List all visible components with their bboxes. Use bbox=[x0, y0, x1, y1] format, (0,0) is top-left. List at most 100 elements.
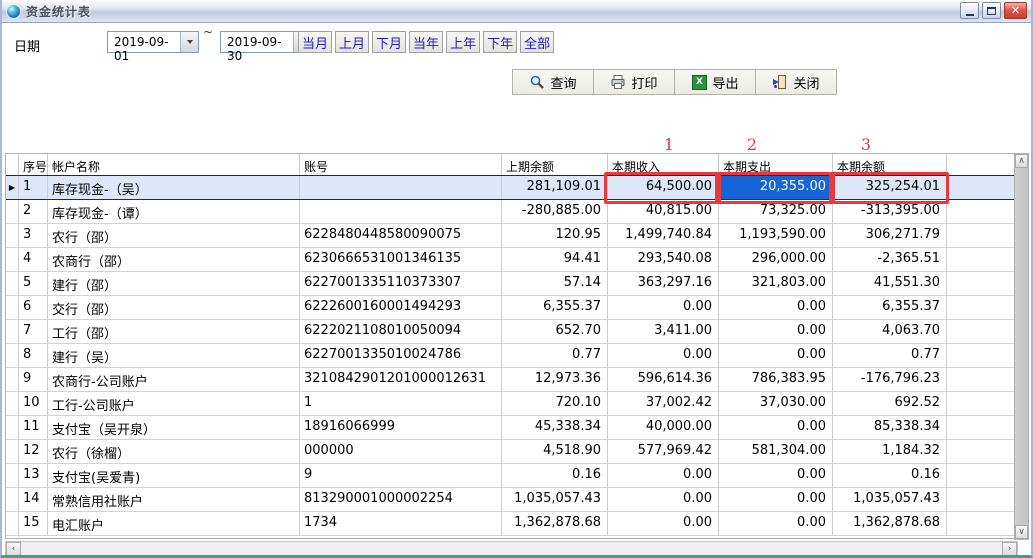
table-row[interactable]: 15电汇账户17341,362,878.680.000.001,362,878.… bbox=[6, 512, 1019, 536]
cell-account[interactable]: 000000 bbox=[300, 440, 502, 463]
cell-prev[interactable]: 1,035,057.43 bbox=[502, 488, 608, 511]
range-button-1[interactable]: 上月 bbox=[335, 31, 369, 53]
cell-prev[interactable]: 0.77 bbox=[502, 344, 608, 367]
range-button-6[interactable]: 全部 bbox=[520, 31, 554, 53]
cell-account[interactable]: 1734 bbox=[300, 512, 502, 535]
cell-account[interactable]: 6227001335110373307 bbox=[300, 272, 502, 295]
range-button-3[interactable]: 当年 bbox=[409, 31, 443, 53]
cell-income[interactable]: 1,499,740.84 bbox=[608, 224, 719, 247]
table-row[interactable]: 7工行（邵）6222021108010050094652.703,411.000… bbox=[6, 320, 1019, 344]
minimize-button[interactable] bbox=[960, 2, 979, 19]
cell-seq[interactable]: 1 bbox=[19, 176, 48, 199]
cell-expense[interactable]: 296,000.00 bbox=[719, 248, 833, 271]
cell-prev[interactable]: -280,885.00 bbox=[502, 200, 608, 223]
cell-name[interactable]: 支付宝（吴开泉） bbox=[48, 416, 300, 439]
scroll-right-button[interactable]: › bbox=[1002, 542, 1017, 556]
range-button-5[interactable]: 下年 bbox=[483, 31, 517, 53]
cell-balance[interactable]: 692.52 bbox=[833, 392, 947, 415]
cell-seq[interactable]: 9 bbox=[19, 368, 48, 391]
cell-balance[interactable]: 41,551.30 bbox=[833, 272, 947, 295]
cell-balance[interactable]: 0.77 bbox=[833, 344, 947, 367]
cell-name[interactable]: 农行（邵） bbox=[48, 224, 300, 247]
close-button[interactable]: 关闭 bbox=[755, 69, 837, 95]
cell-income[interactable]: 293,540.08 bbox=[608, 248, 719, 271]
cell-income[interactable]: 363,297.16 bbox=[608, 272, 719, 295]
cell-income[interactable]: 596,614.36 bbox=[608, 368, 719, 391]
scroll-left-button[interactable]: ‹ bbox=[6, 542, 21, 556]
cell-income[interactable]: 0.00 bbox=[608, 344, 719, 367]
cell-balance[interactable]: 1,035,057.43 bbox=[833, 488, 947, 511]
scroll-up-button[interactable]: ∧ bbox=[1015, 154, 1028, 168]
cell-income[interactable]: 577,969.42 bbox=[608, 440, 719, 463]
table-row[interactable]: 11支付宝（吴开泉）1891606699945,338.3440,000.000… bbox=[6, 416, 1019, 440]
cell-seq[interactable]: 12 bbox=[19, 440, 48, 463]
print-button[interactable]: 打印 bbox=[593, 69, 675, 95]
cell-prev[interactable]: 45,338.34 bbox=[502, 416, 608, 439]
cell-income[interactable]: 37,002.42 bbox=[608, 392, 719, 415]
column-header-seq[interactable]: 序号 bbox=[19, 154, 48, 175]
range-button-2[interactable]: 下月 bbox=[372, 31, 406, 53]
cell-prev[interactable]: 120.95 bbox=[502, 224, 608, 247]
cell-seq[interactable]: 13 bbox=[19, 464, 48, 487]
cell-expense[interactable]: 786,383.95 bbox=[719, 368, 833, 391]
cell-name[interactable]: 库存现金-（吴） bbox=[48, 176, 300, 199]
column-header-account[interactable]: 账号 bbox=[300, 154, 502, 175]
export-button[interactable]: X导出 bbox=[674, 69, 756, 95]
cell-account[interactable]: 1 bbox=[300, 392, 502, 415]
cell-expense[interactable]: 0.00 bbox=[719, 416, 833, 439]
date-from-picker[interactable]: 2019-09-01 bbox=[107, 31, 199, 53]
cell-name[interactable]: 农商行（邵） bbox=[48, 248, 300, 271]
cell-prev[interactable]: 1,362,878.68 bbox=[502, 512, 608, 535]
table-row[interactable]: 5建行（邵）622700133511037330757.14363,297.16… bbox=[6, 272, 1019, 296]
cell-expense[interactable]: 0.00 bbox=[719, 464, 833, 487]
table-row[interactable]: 12农行（徐榴）0000004,518.90577,969.42581,304.… bbox=[6, 440, 1019, 464]
cell-account[interactable]: 6230666531001346135 bbox=[300, 248, 502, 271]
cell-expense[interactable]: 0.00 bbox=[719, 320, 833, 343]
cell-account[interactable]: 9 bbox=[300, 464, 502, 487]
cell-seq[interactable]: 2 bbox=[19, 200, 48, 223]
cell-prev[interactable]: 6,355.37 bbox=[502, 296, 608, 319]
cell-account[interactable] bbox=[300, 176, 502, 199]
cell-expense[interactable]: 581,304.00 bbox=[719, 440, 833, 463]
cell-income[interactable]: 3,411.00 bbox=[608, 320, 719, 343]
close-button[interactable]: ✕ bbox=[1004, 2, 1027, 19]
chevron-down-icon[interactable] bbox=[180, 32, 198, 52]
table-row[interactable]: 13支付宝(吴爱青)90.160.000.000.16 bbox=[6, 464, 1019, 488]
query-button[interactable]: 查询 bbox=[512, 69, 594, 95]
cell-account[interactable] bbox=[300, 200, 502, 223]
cell-name[interactable]: 支付宝(吴爱青) bbox=[48, 464, 300, 487]
cell-balance[interactable]: 1,362,878.68 bbox=[833, 512, 947, 535]
cell-account[interactable]: 6222600160001494293 bbox=[300, 296, 502, 319]
column-header-name[interactable]: 帐户名称 bbox=[48, 154, 300, 175]
cell-expense[interactable]: 1,193,590.00 bbox=[719, 224, 833, 247]
cell-balance[interactable]: 6,355.37 bbox=[833, 296, 947, 319]
cell-prev[interactable]: 4,518.90 bbox=[502, 440, 608, 463]
cell-balance[interactable]: 306,271.79 bbox=[833, 224, 947, 247]
cell-seq[interactable]: 7 bbox=[19, 320, 48, 343]
cell-balance[interactable]: 4,063.70 bbox=[833, 320, 947, 343]
horizontal-scrollbar[interactable]: ‹ › bbox=[5, 541, 1018, 557]
table-row[interactable]: 10工行-公司账户1720.1037,002.4237,030.00692.52 bbox=[6, 392, 1019, 416]
cell-seq[interactable]: 14 bbox=[19, 488, 48, 511]
cell-name[interactable]: 农商行-公司账户 bbox=[48, 368, 300, 391]
table-row[interactable]: 3农行（邵）6228480448580090075120.951,499,740… bbox=[6, 224, 1019, 248]
cell-prev[interactable]: 12,973.36 bbox=[502, 368, 608, 391]
vertical-scrollbar[interactable]: ∧ ∨ bbox=[1014, 153, 1029, 540]
cell-balance[interactable]: 0.16 bbox=[833, 464, 947, 487]
cell-name[interactable]: 工行-公司账户 bbox=[48, 392, 300, 415]
cell-expense[interactable]: 0.00 bbox=[719, 296, 833, 319]
cell-prev[interactable]: 94.41 bbox=[502, 248, 608, 271]
cell-name[interactable]: 农行（徐榴） bbox=[48, 440, 300, 463]
cell-account[interactable]: 6228480448580090075 bbox=[300, 224, 502, 247]
cell-expense[interactable]: 0.00 bbox=[719, 344, 833, 367]
cell-account[interactable]: 6222021108010050094 bbox=[300, 320, 502, 343]
cell-seq[interactable]: 3 bbox=[19, 224, 48, 247]
cell-income[interactable]: 40,000.00 bbox=[608, 416, 719, 439]
range-button-4[interactable]: 上年 bbox=[446, 31, 480, 53]
cell-account[interactable]: 813290001000002254 bbox=[300, 488, 502, 511]
cell-balance[interactable]: 1,184.32 bbox=[833, 440, 947, 463]
cell-account[interactable]: 18916066999 bbox=[300, 416, 502, 439]
table-row[interactable]: 9农商行-公司账户321084290120100001263112,973.36… bbox=[6, 368, 1019, 392]
cell-balance[interactable]: 85,338.34 bbox=[833, 416, 947, 439]
maximize-button[interactable] bbox=[982, 2, 1001, 19]
